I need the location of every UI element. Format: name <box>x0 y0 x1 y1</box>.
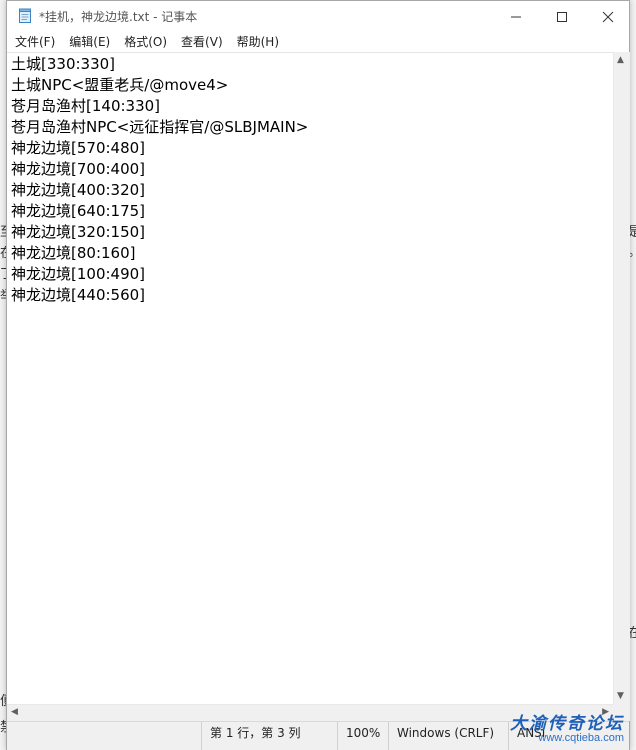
minimize-icon <box>511 16 521 17</box>
minimize-button[interactable] <box>493 1 539 32</box>
editor-line[interactable]: 神龙边境[700:400] <box>11 159 613 180</box>
horizontal-scrollbar[interactable]: ◀ ▶ <box>7 704 613 721</box>
menu-format[interactable]: 格式(O) <box>117 32 174 52</box>
editor-line[interactable]: 神龙边境[80:160] <box>11 243 613 264</box>
editor-line[interactable]: 苍月岛渔村NPC<远征指挥官/@SLBJMAIN> <box>11 117 613 138</box>
editor-line[interactable]: 神龙边境[100:490] <box>11 264 613 285</box>
maximize-button[interactable] <box>539 1 585 32</box>
notepad-app-icon <box>19 8 31 23</box>
menu-view[interactable]: 查看(V) <box>174 32 230 52</box>
window-title: *挂机，神龙边境.txt - 记事本 <box>39 10 198 24</box>
editor-line[interactable]: 土城[330:330] <box>11 54 613 75</box>
editor-line[interactable]: 神龙边境[440:560] <box>11 285 613 306</box>
menu-edit[interactable]: 编辑(E) <box>62 32 117 52</box>
editor-line[interactable]: 土城NPC<盟重老兵/@move4> <box>11 75 613 96</box>
close-button[interactable] <box>585 1 631 32</box>
status-cursor-position: 第 1 行，第 3 列 <box>201 722 337 750</box>
editor-line[interactable]: 苍月岛渔村[140:330] <box>11 96 613 117</box>
menu-file[interactable]: 文件(F) <box>8 32 62 52</box>
editor-line[interactable]: 神龙边境[570:480] <box>11 138 613 159</box>
status-line-ending: Windows (CRLF) <box>388 722 508 750</box>
menu-bar: 文件(F) 编辑(E) 格式(O) 查看(V) 帮助(H) <box>7 32 629 52</box>
scroll-up-arrow-icon[interactable]: ▲ <box>617 55 624 65</box>
editor-line[interactable]: 神龙边境[640:175] <box>11 201 613 222</box>
status-encoding: ANSI <box>508 722 568 750</box>
maximize-icon <box>557 11 567 22</box>
status-bar: 第 1 行，第 3 列 100% Windows (CRLF) ANSI <box>7 721 629 750</box>
menu-help[interactable]: 帮助(H) <box>230 32 286 52</box>
editor-line[interactable]: 神龙边境[320:150] <box>11 222 613 243</box>
scroll-right-arrow-icon[interactable]: ▶ <box>602 707 609 717</box>
title-bar[interactable]: *挂机，神龙边境.txt - 记事本 <box>7 1 629 32</box>
scroll-left-arrow-icon[interactable]: ◀ <box>11 707 18 717</box>
notepad-window: *挂机，神龙边境.txt - 记事本 文件(F) 编辑(E) 格式(O) 查看(… <box>6 0 630 750</box>
text-editor[interactable]: 土城[330:330] 土城NPC<盟重老兵/@move4> 苍月岛渔村[140… <box>7 52 613 705</box>
editor-content[interactable]: 土城[330:330] 土城NPC<盟重老兵/@move4> 苍月岛渔村[140… <box>7 53 613 306</box>
scroll-down-arrow-icon[interactable]: ▼ <box>617 691 624 701</box>
editor-line[interactable]: 神龙边境[400:320] <box>11 180 613 201</box>
close-icon <box>602 11 614 22</box>
status-zoom: 100% <box>337 722 388 750</box>
scrollbar-corner <box>613 704 630 721</box>
vertical-scrollbar[interactable]: ▲ ▼ <box>613 52 630 704</box>
